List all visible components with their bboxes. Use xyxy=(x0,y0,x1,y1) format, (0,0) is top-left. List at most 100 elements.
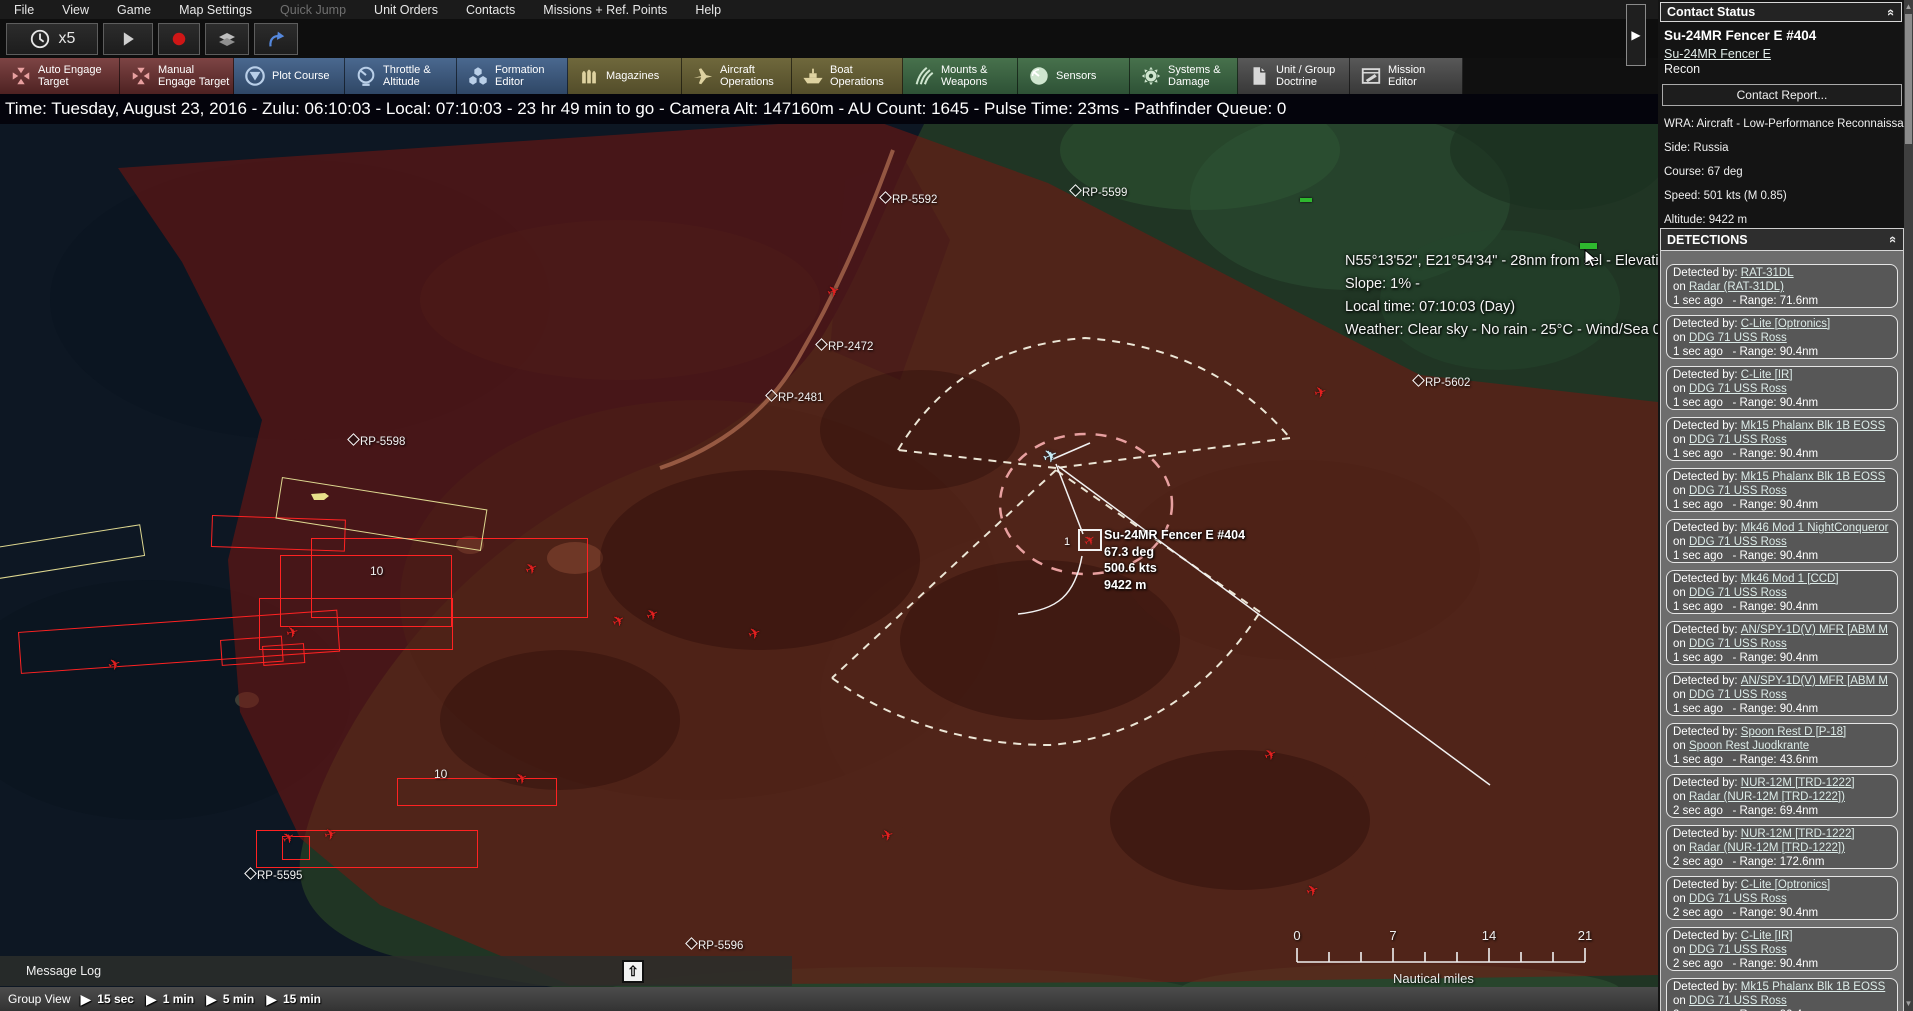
time-step-15sec[interactable]: ▶ 15 sec xyxy=(80,991,133,1008)
detection-card[interactable]: Detected by: NUR-12M [TRD-1222] on Radar… xyxy=(1666,774,1898,818)
detecting-unit-link[interactable]: DDG 71 USS Ross xyxy=(1689,689,1787,701)
map-layers-button[interactable] xyxy=(205,23,249,55)
time-compression-button[interactable]: x5 xyxy=(6,23,98,55)
menu-missions-ref-points[interactable]: Missions + Ref. Points xyxy=(529,3,681,17)
menu-unit-orders[interactable]: Unit Orders xyxy=(360,3,452,17)
detecting-sensor-link[interactable]: AN/SPY-1D(V) MFR [ABM M xyxy=(1741,675,1888,687)
detecting-unit-link[interactable]: Radar (RAT-31DL) xyxy=(1689,281,1784,293)
detecting-unit-link[interactable]: DDG 71 USS Ross xyxy=(1689,383,1787,395)
land-facility-contact-icon[interactable] xyxy=(1300,198,1312,202)
plot-course-button[interactable]: Plot Course xyxy=(234,58,345,94)
detecting-unit-link[interactable]: Radar (NUR-12M [TRD-1222]) xyxy=(1689,791,1845,803)
detecting-unit-link[interactable]: DDG 71 USS Ross xyxy=(1689,332,1787,344)
auto-engage-target-button[interactable]: Auto EngageTarget xyxy=(0,58,120,94)
menu-contacts[interactable]: Contacts xyxy=(452,3,529,17)
menu-map-settings[interactable]: Map Settings xyxy=(165,3,266,17)
scroll-up-icon[interactable]: ▲ xyxy=(1904,1,1913,13)
detection-card[interactable]: Detected by: AN/SPY-1D(V) MFR [ABM M on … xyxy=(1666,672,1898,716)
message-log-expand-button[interactable]: ⇧ xyxy=(622,960,644,983)
detecting-unit-link[interactable]: DDG 71 USS Ross xyxy=(1689,587,1787,599)
detections-header[interactable]: DETECTIONS « xyxy=(1661,229,1903,251)
boat-operations-button[interactable]: BoatOperations xyxy=(792,58,903,94)
detecting-sensor-link[interactable]: Mk15 Phalanx Blk 1B EOSS xyxy=(1741,981,1885,993)
detection-card[interactable]: Detected by: C-Lite [Optronics] on DDG 7… xyxy=(1666,315,1898,359)
detecting-unit-link[interactable]: DDG 71 USS Ross xyxy=(1689,536,1787,548)
scroll-down-icon[interactable]: ▼ xyxy=(1904,998,1913,1010)
detection-card[interactable]: Detected by: Mk15 Phalanx Blk 1B EOSS on… xyxy=(1666,468,1898,512)
menu-view[interactable]: View xyxy=(48,3,103,17)
menu-help[interactable]: Help xyxy=(681,3,735,17)
menu-bar: File View Game Map Settings Quick Jump U… xyxy=(0,0,1658,19)
run-pause-button[interactable] xyxy=(103,23,153,55)
detecting-sensor-link[interactable]: NUR-12M [TRD-1222] xyxy=(1741,828,1855,840)
detection-card[interactable]: Detected by: Mk15 Phalanx Blk 1B EOSS on… xyxy=(1666,417,1898,461)
detecting-sensor-link[interactable]: RAT-31DL xyxy=(1741,267,1794,279)
detecting-unit-link[interactable]: DDG 71 USS Ross xyxy=(1689,638,1787,650)
menu-file[interactable]: File xyxy=(0,3,48,17)
detecting-sensor-link[interactable]: Mk46 Mod 1 [CCD] xyxy=(1741,573,1839,585)
gear-icon xyxy=(1140,65,1162,87)
detecting-unit-link[interactable]: DDG 71 USS Ross xyxy=(1689,944,1787,956)
aircraft-operations-button[interactable]: AircraftOperations xyxy=(682,58,792,94)
detecting-unit-link[interactable]: DDG 71 USS Ross xyxy=(1689,995,1787,1007)
detecting-sensor-link[interactable]: NUR-12M [TRD-1222] xyxy=(1741,777,1855,789)
scrollbar-thumb[interactable] xyxy=(1905,14,1912,144)
map-viewport[interactable]: RP-5592 RP-5599 RP-2472 RP-2481 RP-5598 … xyxy=(0,0,1658,1011)
detecting-unit-link[interactable]: DDG 71 USS Ross xyxy=(1689,434,1787,446)
sidebar-scrollbar[interactable]: ▲ ▼ xyxy=(1904,0,1913,1011)
detecting-sensor-link[interactable]: AN/SPY-1D(V) MFR [ABM M xyxy=(1741,624,1888,636)
detecting-sensor-link[interactable]: Mk15 Phalanx Blk 1B EOSS xyxy=(1741,471,1885,483)
tooltip-slope-line: Slope: 1% - xyxy=(1345,273,1658,296)
collapse-chevron-icon[interactable]: « xyxy=(1886,236,1901,243)
contact-type-link[interactable]: Su-24MR Fencer E xyxy=(1664,47,1771,61)
mounts-weapons-button[interactable]: Mounts &Weapons xyxy=(903,58,1018,94)
quick-jump-button[interactable] xyxy=(254,23,298,55)
sidebar-collapse-button[interactable]: ▶ xyxy=(1626,4,1646,66)
message-log-bar[interactable]: Message Log xyxy=(0,956,792,986)
manual-engage-target-button[interactable]: ManualEngage Target xyxy=(120,58,234,94)
menu-game[interactable]: Game xyxy=(103,3,165,17)
collapse-chevron-icon[interactable]: « xyxy=(1884,8,1899,15)
ref-point-label: RP-5595 xyxy=(257,870,302,882)
contact-selection-box[interactable]: ✈ xyxy=(1078,529,1102,551)
detecting-sensor-link[interactable]: C-Lite [Optronics] xyxy=(1741,879,1830,891)
patrol-boat-icon[interactable] xyxy=(310,489,330,507)
mission-editor-button[interactable]: MissionEditor xyxy=(1350,58,1463,94)
detecting-sensor-link[interactable]: C-Lite [IR] xyxy=(1741,369,1793,381)
detection-card[interactable]: Detected by: RAT-31DL on Radar (RAT-31DL… xyxy=(1666,264,1898,308)
detecting-unit-link[interactable]: DDG 71 USS Ross xyxy=(1689,893,1787,905)
detection-card[interactable]: Detected by: C-Lite [IR] on DDG 71 USS R… xyxy=(1666,927,1898,971)
detecting-unit-link[interactable]: Spoon Rest Juodkrante xyxy=(1689,740,1809,752)
time-step-5min[interactable]: ▶ 5 min xyxy=(206,991,254,1008)
detection-card[interactable]: Detected by: C-Lite [Optronics] on DDG 7… xyxy=(1666,876,1898,920)
detecting-sensor-link[interactable]: Mk15 Phalanx Blk 1B EOSS xyxy=(1741,420,1885,432)
detection-card[interactable]: Detected by: Mk46 Mod 1 NightConqueror o… xyxy=(1666,519,1898,563)
on-label: on xyxy=(1673,485,1686,497)
detection-card[interactable]: Detected by: C-Lite [IR] on DDG 71 USS R… xyxy=(1666,366,1898,410)
record-button[interactable] xyxy=(158,23,200,55)
unit-group-doctrine-button[interactable]: Unit / GroupDoctrine xyxy=(1238,58,1350,94)
detection-card[interactable]: Detected by: NUR-12M [TRD-1222] on Radar… xyxy=(1666,825,1898,869)
detecting-unit-link[interactable]: Radar (NUR-12M [TRD-1222]) xyxy=(1689,842,1845,854)
detecting-sensor-link[interactable]: C-Lite [IR] xyxy=(1741,930,1793,942)
magazines-button[interactable]: Magazines xyxy=(568,58,682,94)
engage-arrows-icon xyxy=(10,65,32,87)
detecting-unit-link[interactable]: DDG 71 USS Ross xyxy=(1689,485,1787,497)
detection-card[interactable]: Detected by: AN/SPY-1D(V) MFR [ABM M on … xyxy=(1666,621,1898,665)
detecting-sensor-link[interactable]: Spoon Rest D [P-18] xyxy=(1741,726,1846,738)
detection-card[interactable]: Detected by: Mk15 Phalanx Blk 1B EOSS on… xyxy=(1666,978,1898,1011)
plot-course-icon xyxy=(244,65,266,87)
detection-card[interactable]: Detected by: Spoon Rest D [P-18] on Spoo… xyxy=(1666,723,1898,767)
contact-status-header[interactable]: Contact Status « xyxy=(1660,2,1902,22)
sensors-button[interactable]: Sensors xyxy=(1018,58,1130,94)
time-step-1min[interactable]: ▶ 1 min xyxy=(146,991,194,1008)
time-step-15min[interactable]: ▶ 15 min xyxy=(266,991,321,1008)
detecting-sensor-link[interactable]: Mk46 Mod 1 NightConqueror xyxy=(1741,522,1889,534)
contact-report-button[interactable]: Contact Report... xyxy=(1662,84,1902,106)
group-view-label[interactable]: Group View xyxy=(0,992,80,1006)
formation-editor-button[interactable]: FormationEditor xyxy=(457,58,568,94)
detection-card[interactable]: Detected by: Mk46 Mod 1 [CCD] on DDG 71 … xyxy=(1666,570,1898,614)
throttle-altitude-button[interactable]: Throttle &Altitude xyxy=(345,58,457,94)
systems-damage-button[interactable]: Systems &Damage xyxy=(1130,58,1238,94)
detecting-sensor-link[interactable]: C-Lite [Optronics] xyxy=(1741,318,1830,330)
